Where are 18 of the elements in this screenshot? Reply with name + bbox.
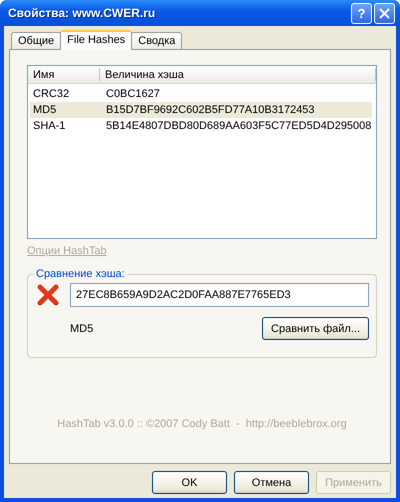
close-icon bbox=[379, 8, 390, 18]
list-row[interactable]: MD5 B15D7BF9692C602B5FD77A10B3172453 bbox=[30, 102, 372, 118]
hash-type-label: MD5 bbox=[70, 322, 94, 334]
close-button[interactable] bbox=[374, 2, 395, 24]
hash-input-field[interactable]: 27EC8B659A9D2AC2D0FAA887E7765ED3 bbox=[70, 283, 369, 307]
footer-text: HashTab v3.0.0 :: ©2007 Cody Batt - http://beeblebrox.org bbox=[56, 418, 348, 430]
list-row[interactable]: CRC32 C0BC1627 bbox=[30, 86, 372, 102]
column-header[interactable]: Величина хэша bbox=[100, 68, 376, 81]
window-title: Свойства: www.CWER.ru bbox=[8, 6, 156, 20]
dialog-button[interactable]: Отмена bbox=[234, 471, 309, 494]
column-header[interactable]: Имя bbox=[28, 68, 100, 81]
tab[interactable]: Сводка bbox=[131, 32, 182, 49]
list-row[interactable]: SHA-1 5B14E4807DBD80D689AA603F5C77ED5D4D295008 bbox=[30, 118, 372, 134]
tab[interactable]: File Hashes bbox=[60, 30, 132, 50]
tab[interactable]: Общие bbox=[11, 32, 62, 49]
group-title: Сравнение хэша: bbox=[35, 268, 126, 280]
dialog-button[interactable]: OK bbox=[152, 471, 227, 494]
compare-file-button[interactable]: Сравнить файл... bbox=[262, 317, 369, 340]
